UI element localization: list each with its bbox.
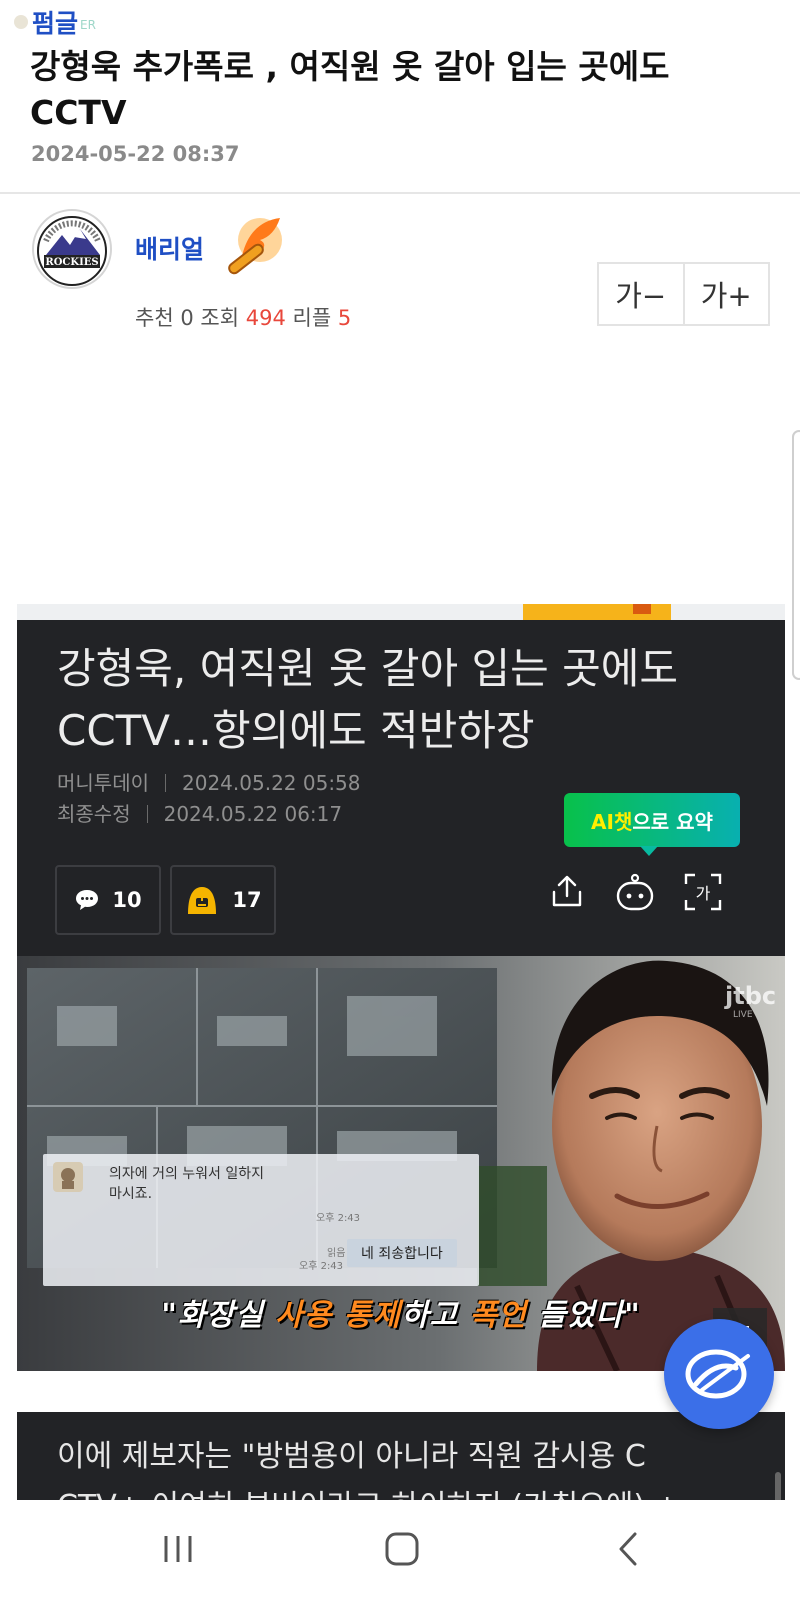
header-divider xyxy=(0,192,800,194)
recent-apps-icon xyxy=(164,1536,192,1562)
font-decrease-button[interactable]: 가− xyxy=(599,264,683,324)
meta-separator xyxy=(165,774,166,792)
recommend-count: 0 xyxy=(180,306,194,330)
ai-summary-chip[interactable]: AI챗 으로 요약 xyxy=(564,793,740,856)
news-source: 머니투데이 xyxy=(57,771,149,795)
post-stats: 추천 0 조회 494 리플 5 xyxy=(135,302,351,332)
flame-bat-badge-icon xyxy=(228,218,282,275)
floating-chat-button[interactable] xyxy=(664,1319,774,1429)
promo-banner[interactable] xyxy=(523,604,671,620)
news-header: 강형욱, 여직원 옷 갈아 입는 곳에도 CCTV…항의에도 적반하장 머니투데… xyxy=(17,620,785,956)
home-icon xyxy=(385,1532,419,1566)
chat-reply: 네 죄송합니다 xyxy=(347,1239,457,1267)
text-size-icon[interactable]: 가 xyxy=(681,870,725,914)
recommend-label: 추천 xyxy=(135,306,174,330)
modified-time: 2024.05.22 06:17 xyxy=(163,802,343,826)
font-increase-button[interactable]: 가+ xyxy=(682,264,769,324)
side-scroll-handle[interactable] xyxy=(792,430,800,680)
chat-message-line1: 의자에 거의 누워서 일하지 xyxy=(109,1166,265,1182)
replies-count: 5 xyxy=(337,306,352,330)
back-icon xyxy=(619,1532,637,1566)
replies-label: 리플 xyxy=(292,306,332,330)
post-title: 강형욱 추가폭로 , 여직원 옷 갈아 입는 곳에도 CCTV xyxy=(30,47,670,132)
font-size-control: 가− 가+ xyxy=(597,262,770,326)
comment-bubble-icon xyxy=(76,890,99,910)
board-tag-label: 펌글 xyxy=(32,9,79,38)
news-photo[interactable]: jtbc LIVE 의자에 거의 누워서 일하지 마시죠. 오후 2:43 읽음… xyxy=(17,956,785,1371)
chat-message-line2: 마시죠. xyxy=(109,1186,153,1202)
reaction-count: 17 xyxy=(232,888,262,912)
caption-highlight: 폭언 xyxy=(469,1298,527,1333)
caption-highlight: 사용 통제 xyxy=(275,1298,401,1333)
board-tag-suffix: ER xyxy=(80,18,96,32)
chat-bubble-icon xyxy=(685,1349,750,1399)
modified-label: 최종수정 xyxy=(57,802,131,826)
svg-text:가: 가 xyxy=(696,884,711,903)
photo-caption: "화장실 사용 통제하고 폭언 들었다" xyxy=(17,1290,785,1334)
back-button[interactable] xyxy=(598,1522,658,1576)
ai-chip-highlight: AI챗 xyxy=(591,809,633,834)
home-button[interactable] xyxy=(372,1522,432,1576)
caption-part: "화장실 xyxy=(161,1298,276,1333)
broadcaster-logo: jtbc xyxy=(725,982,777,1010)
chat-time: 오후 2:43 xyxy=(316,1213,361,1224)
author-avatar[interactable]: ROCKIES xyxy=(32,209,112,289)
caption-part: 들었다" xyxy=(526,1298,641,1333)
views-count: 494 xyxy=(245,306,286,330)
news-meta-modified: 최종수정 2024.05.22 06:17 xyxy=(57,798,342,827)
embedded-article: 강형욱, 여직원 옷 갈아 입는 곳에도 CCTV…항의에도 적반하장 머니투데… xyxy=(17,604,785,1599)
ad-strip xyxy=(17,604,785,620)
news-meta-published: 머니투데이 2024.05.22 05:58 xyxy=(57,767,361,796)
chat-avatar-icon xyxy=(53,1162,83,1192)
meta-separator xyxy=(146,805,148,823)
ai-bot-icon[interactable] xyxy=(613,870,657,914)
recent-apps-button[interactable] xyxy=(148,1522,208,1576)
chat-time-2: 오후 2:43 xyxy=(299,1261,344,1272)
body-line-1: 이에 제보자는 "방범용이 아니라 직원 감시용 C xyxy=(57,1439,646,1474)
comment-count: 10 xyxy=(112,888,142,912)
chat-message: 의자에 거의 누워서 일하지 마시죠. xyxy=(109,1164,264,1204)
svg-text:ROCKIES: ROCKIES xyxy=(45,257,98,268)
reactions-button[interactable]: 17 xyxy=(170,865,276,935)
news-title: 강형욱, 여직원 옷 갈아 입는 곳에도 CCTV…항의에도 적반하장 xyxy=(57,644,679,755)
caption-part: 하고 xyxy=(401,1298,470,1333)
author-name[interactable]: 배리얼 xyxy=(135,230,204,266)
published-time: 2024.05.22 05:58 xyxy=(182,771,361,795)
angry-face-icon xyxy=(188,887,217,914)
system-navbar xyxy=(0,1500,800,1599)
broadcaster-sub: LIVE xyxy=(733,1010,753,1020)
views-label: 조회 xyxy=(200,306,240,330)
post-date: 2024-05-22 08:37 xyxy=(31,142,240,166)
board-tag[interactable]: 펌글 ER xyxy=(14,4,96,40)
rockies-logo-icon: ROCKIES xyxy=(37,216,107,286)
share-icon[interactable] xyxy=(545,870,589,914)
ai-chip-text: 으로 요약 xyxy=(632,809,713,834)
board-tag-dot xyxy=(14,15,28,29)
comments-button[interactable]: 10 xyxy=(55,865,161,935)
